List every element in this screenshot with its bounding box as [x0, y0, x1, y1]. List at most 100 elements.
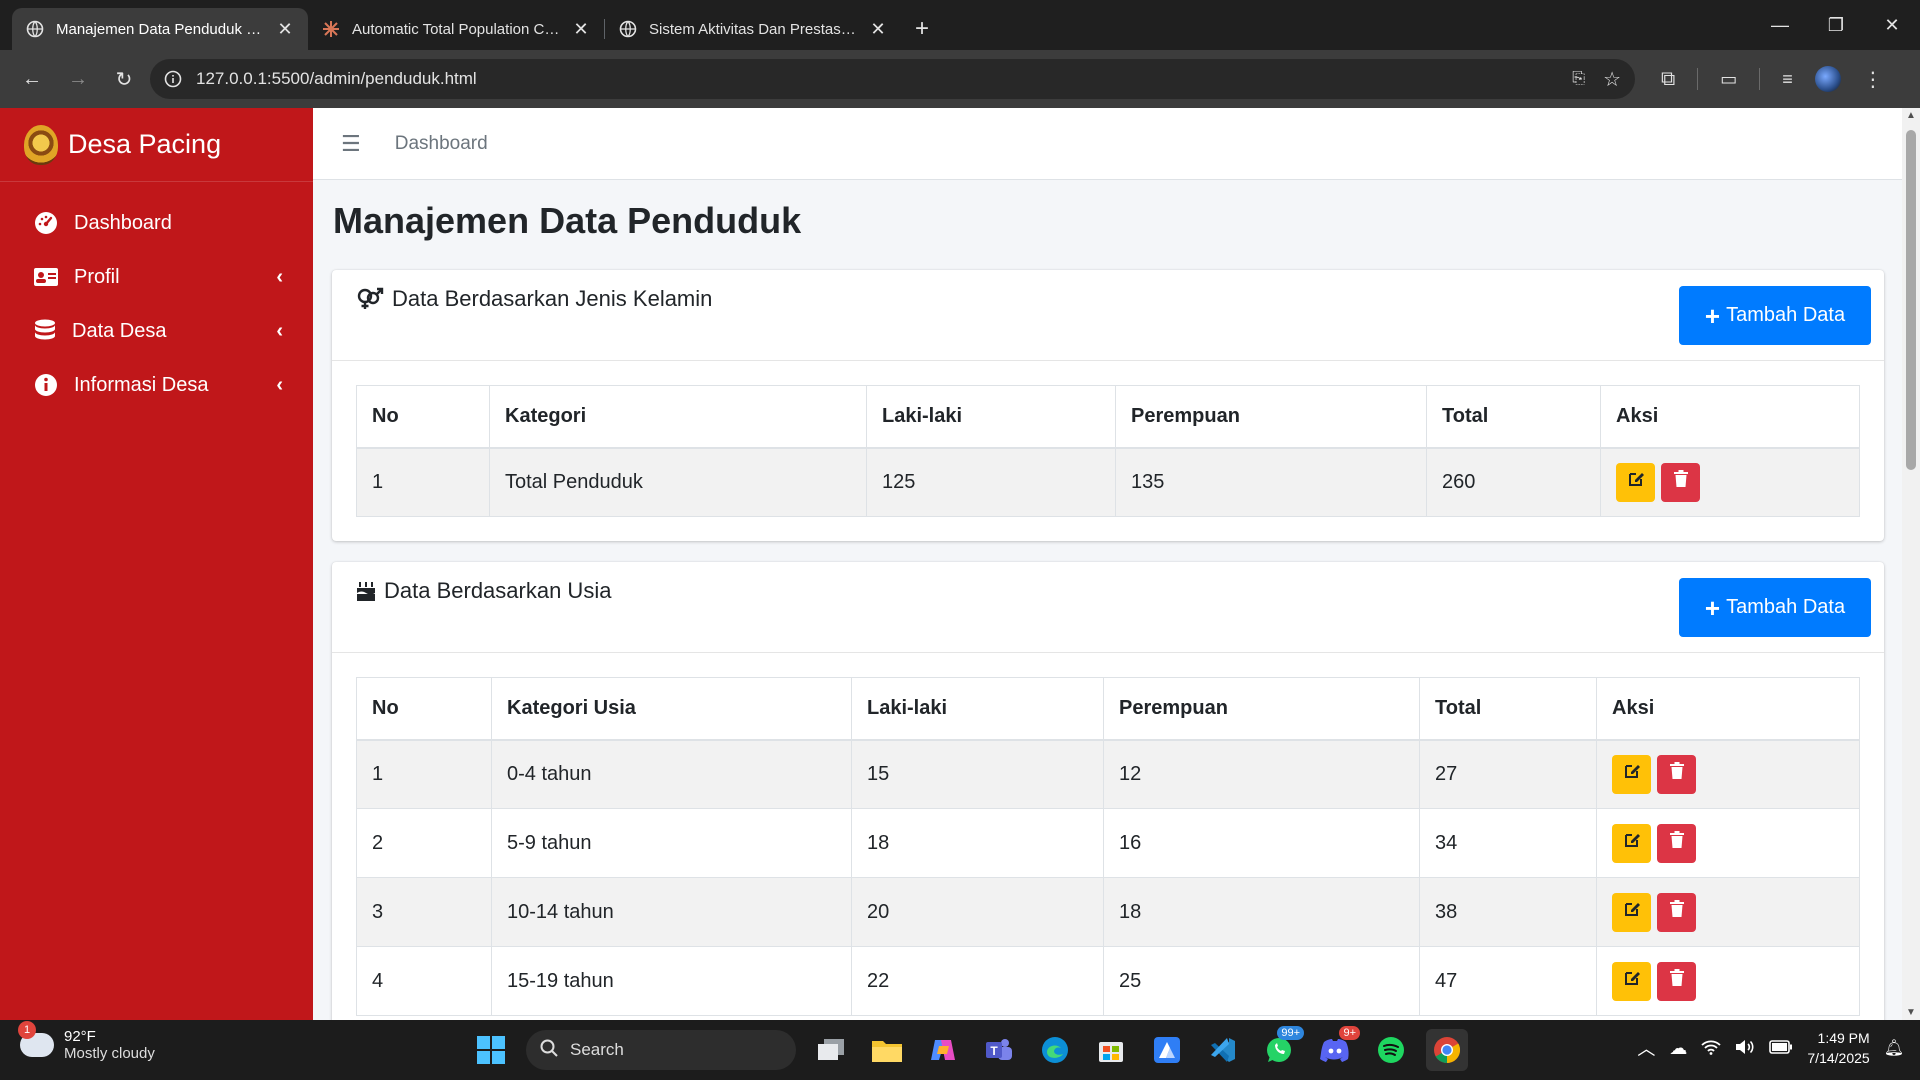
- sidebar-item-profil[interactable]: Profil ‹: [0, 250, 313, 304]
- maximize-icon[interactable]: ❐: [1808, 0, 1864, 50]
- spotify-icon[interactable]: [1370, 1029, 1412, 1071]
- media-control-icon[interactable]: ≡: [1782, 69, 1793, 90]
- tab-close-icon[interactable]: ✕: [276, 19, 294, 40]
- table-header-row: No Kategori Usia Laki-laki Perempuan Tot…: [356, 677, 1860, 741]
- village-logo: [24, 124, 58, 165]
- table-cell: 47: [1419, 946, 1597, 1016]
- tab-close-icon[interactable]: ✕: [572, 19, 590, 40]
- taskbar-search[interactable]: Search: [526, 1030, 796, 1070]
- profile-avatar[interactable]: [1814, 66, 1841, 92]
- edge-icon[interactable]: [1034, 1029, 1076, 1071]
- address-bar[interactable]: 127.0.0.1:5500/admin/penduduk.html ⎘ ☆: [150, 59, 1635, 99]
- chevron-up-icon[interactable]: ︿: [1637, 1035, 1655, 1061]
- web-page: Desa Pacing Dashboard Profil ‹ Data Desa…: [0, 108, 1920, 1020]
- card-header: Data Berdasarkan Usia + Tambah Data: [332, 562, 1884, 653]
- vscode-icon[interactable]: [1202, 1029, 1244, 1071]
- edit-icon: [1627, 470, 1645, 494]
- whatsapp-icon[interactable]: 99+: [1258, 1026, 1304, 1071]
- edit-button[interactable]: [1612, 961, 1651, 1001]
- reload-icon[interactable]: ↻: [104, 59, 144, 99]
- table-cell: 1: [356, 447, 490, 517]
- column-header: No: [356, 677, 492, 741]
- back-icon[interactable]: ←: [12, 59, 52, 99]
- card-title-text: Data Berdasarkan Usia: [384, 578, 612, 603]
- weather-widget[interactable]: 1 92°F Mostly cloudy: [18, 1021, 155, 1062]
- scroll-up-icon[interactable]: ▲: [1902, 110, 1920, 121]
- browser-tab-active[interactable]: Manajemen Data Penduduk - D ✕: [12, 8, 308, 50]
- sidebar-item-data-desa[interactable]: Data Desa ‹: [0, 304, 313, 358]
- sidebar-item-label: Dashboard: [74, 211, 172, 234]
- file-explorer-icon[interactable]: [866, 1029, 908, 1071]
- column-header: Aksi: [1596, 677, 1860, 741]
- add-age-data-button[interactable]: + Tambah Data: [1679, 578, 1871, 637]
- sidebar-item-informasi-desa[interactable]: Informasi Desa ‹: [0, 358, 313, 412]
- brand-link[interactable]: Desa Pacing: [0, 108, 313, 182]
- forward-icon[interactable]: →: [58, 59, 98, 99]
- tab-search-icon[interactable]: ▭: [1720, 69, 1737, 90]
- clock[interactable]: 1:49 PM 7/14/2025: [1807, 1028, 1869, 1068]
- divider: [1697, 68, 1699, 90]
- site-info-icon[interactable]: [164, 70, 182, 88]
- chrome-icon[interactable]: [1426, 1029, 1468, 1071]
- edit-button[interactable]: [1612, 754, 1651, 794]
- browser-tab[interactable]: Sistem Aktivitas Dan Prestasi M ✕: [605, 8, 901, 50]
- chevron-left-icon: ‹: [276, 265, 283, 288]
- table-cell: 2: [356, 808, 492, 878]
- close-window-icon[interactable]: ✕: [1864, 0, 1920, 50]
- edit-button[interactable]: [1612, 823, 1651, 863]
- new-tab-button[interactable]: +: [901, 8, 943, 50]
- azure-icon[interactable]: [1146, 1029, 1188, 1071]
- delete-button[interactable]: [1657, 892, 1696, 932]
- add-gender-data-button[interactable]: + Tambah Data: [1679, 286, 1871, 345]
- table-cell: 38: [1419, 877, 1597, 947]
- translate-icon[interactable]: ⎘: [1572, 70, 1585, 88]
- button-label: Tambah Data: [1726, 304, 1846, 326]
- store-icon[interactable]: [1090, 1029, 1132, 1071]
- sidebar-item-dashboard[interactable]: Dashboard: [0, 196, 313, 250]
- delete-button[interactable]: [1657, 754, 1696, 794]
- browser-tab[interactable]: Automatic Total Population Calc ✕: [308, 8, 604, 50]
- venus-mars-icon: [356, 287, 384, 311]
- minimize-icon[interactable]: —: [1752, 0, 1808, 50]
- extensions-icon[interactable]: ⧉: [1661, 68, 1675, 91]
- table-cell: 12: [1103, 739, 1420, 809]
- battery-icon[interactable]: [1769, 1039, 1793, 1057]
- edit-button[interactable]: [1612, 892, 1651, 932]
- card-body: No Kategori Usia Laki-laki Perempuan Tot…: [332, 653, 1884, 1020]
- discord-icon[interactable]: 9+: [1314, 1026, 1360, 1071]
- teams-icon[interactable]: T: [978, 1029, 1020, 1071]
- column-header: Perempuan: [1115, 385, 1427, 449]
- nav-link-dashboard[interactable]: Dashboard: [395, 133, 488, 155]
- menu-toggle-icon[interactable]: ☰: [341, 131, 361, 157]
- wifi-icon[interactable]: [1701, 1039, 1722, 1058]
- scroll-down-icon[interactable]: ▼: [1902, 1007, 1920, 1018]
- delete-button[interactable]: [1661, 462, 1700, 502]
- notification-bell-icon[interactable]: 🔔︎: [1884, 1038, 1904, 1058]
- gender-table: No Kategori Laki-laki Perempuan Total Ak…: [356, 385, 1860, 517]
- tab-close-icon[interactable]: ✕: [869, 19, 887, 40]
- windows-start-icon[interactable]: [470, 1029, 512, 1071]
- page-scrollbar[interactable]: ▲ ▼: [1902, 108, 1920, 1020]
- table-cell: Total Penduduk: [489, 447, 867, 517]
- more-menu-icon[interactable]: ⋮: [1863, 67, 1883, 92]
- volume-icon[interactable]: [1735, 1039, 1755, 1058]
- table-row: 2 5-9 tahun 18 16 34: [356, 808, 1860, 878]
- onedrive-icon[interactable]: ☁: [1669, 1038, 1687, 1059]
- edit-button[interactable]: [1616, 462, 1655, 502]
- table-cell: 15-19 tahun: [491, 946, 852, 1016]
- card-title: Data Berdasarkan Usia: [356, 578, 611, 604]
- bookmark-star-icon[interactable]: ☆: [1603, 67, 1621, 92]
- delete-button[interactable]: [1657, 961, 1696, 1001]
- trash-icon: [1669, 831, 1685, 855]
- sidebar-menu: Dashboard Profil ‹ Data Desa ‹ Informasi…: [0, 182, 313, 412]
- column-header: Total: [1419, 677, 1597, 741]
- column-header: Perempuan: [1103, 677, 1420, 741]
- task-view-icon[interactable]: [810, 1029, 852, 1071]
- copilot-icon[interactable]: [922, 1029, 964, 1071]
- edit-icon: [1623, 762, 1641, 786]
- scrollbar-thumb[interactable]: [1906, 130, 1916, 470]
- delete-button[interactable]: [1657, 823, 1696, 863]
- main-content: ☰ Dashboard Manajemen Data Penduduk Data…: [313, 108, 1902, 1020]
- action-cell: [1596, 739, 1860, 809]
- table-cell: 3: [356, 877, 492, 947]
